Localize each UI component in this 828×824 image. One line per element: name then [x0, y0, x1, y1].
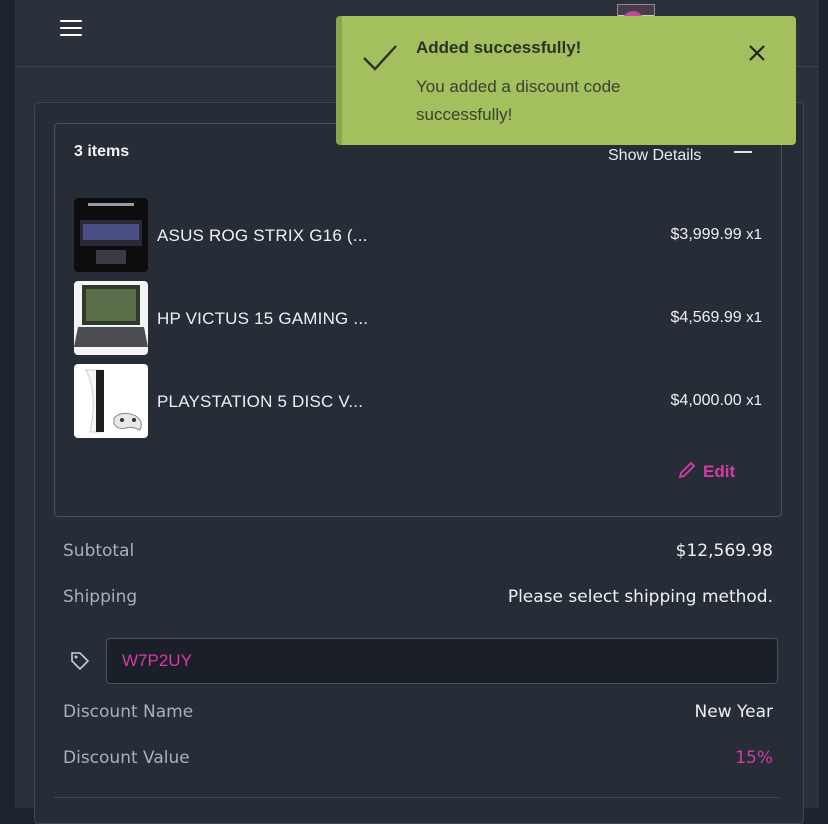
collapse-minus-icon[interactable] — [734, 151, 752, 153]
toast-message: You added a discount code successfully! — [416, 77, 621, 124]
quantity: x1 — [746, 309, 762, 326]
tag-icon — [70, 651, 90, 676]
cart-item: PLAYSTATION 5 DISC V... $4,000.00 x1 — [74, 364, 762, 438]
product-thumbnail — [74, 198, 148, 272]
product-thumbnail — [74, 364, 148, 438]
edit-label: Edit — [703, 462, 736, 481]
close-icon[interactable] — [748, 44, 766, 67]
price-value: $4,000.00 — [670, 392, 742, 409]
product-price: $4,000.00 x1 — [671, 392, 762, 410]
discount-value-label: Discount Value — [63, 748, 190, 768]
shipping-value: Please select shipping method. — [507, 587, 773, 607]
divider — [54, 797, 780, 798]
order-summary-card: 3 items Show Details ASUS ROG STRIX G16 … — [34, 102, 804, 824]
quantity: x1 — [746, 392, 762, 409]
shipping-label: Shipping — [63, 587, 138, 607]
check-icon — [362, 44, 398, 77]
product-name: ASUS ROG STRIX G16 (... — [157, 226, 368, 245]
cart-item: ASUS ROG STRIX G16 (... $3,999.99 x1 — [74, 198, 762, 272]
product-name: HP VICTUS 15 GAMING ... — [157, 309, 369, 328]
cart-item: HP VICTUS 15 GAMING ... $4,569.99 x1 — [74, 281, 762, 355]
product-name: PLAYSTATION 5 DISC V... — [157, 392, 364, 411]
product-price: $3,999.99 x1 — [671, 226, 762, 244]
subtotal-value: $12,569.98 — [675, 541, 773, 561]
product-price: $4,569.99 x1 — [671, 309, 762, 327]
subtotal-label: Subtotal — [63, 541, 135, 561]
price-value: $4,569.99 — [670, 309, 742, 326]
cart-items-box: 3 items Show Details ASUS ROG STRIX G16 … — [54, 123, 782, 517]
discount-value-value: 15% — [735, 748, 773, 768]
toast-title: Added successfully! — [416, 38, 582, 57]
quantity: x1 — [746, 226, 762, 243]
items-count: 3 items — [74, 143, 130, 160]
discount-name-value: New Year — [694, 702, 773, 722]
show-details-toggle[interactable]: Show Details — [608, 147, 701, 165]
success-toast: Added successfully! You added a discount… — [336, 16, 796, 145]
menu-icon[interactable] — [60, 20, 82, 38]
product-thumbnail — [74, 281, 148, 355]
pencil-icon — [678, 461, 696, 479]
price-value: $3,999.99 — [670, 226, 742, 243]
edit-cart-button[interactable]: Edit — [677, 460, 735, 482]
discount-name-label: Discount Name — [63, 702, 194, 722]
coupon-code-input[interactable] — [106, 638, 778, 684]
